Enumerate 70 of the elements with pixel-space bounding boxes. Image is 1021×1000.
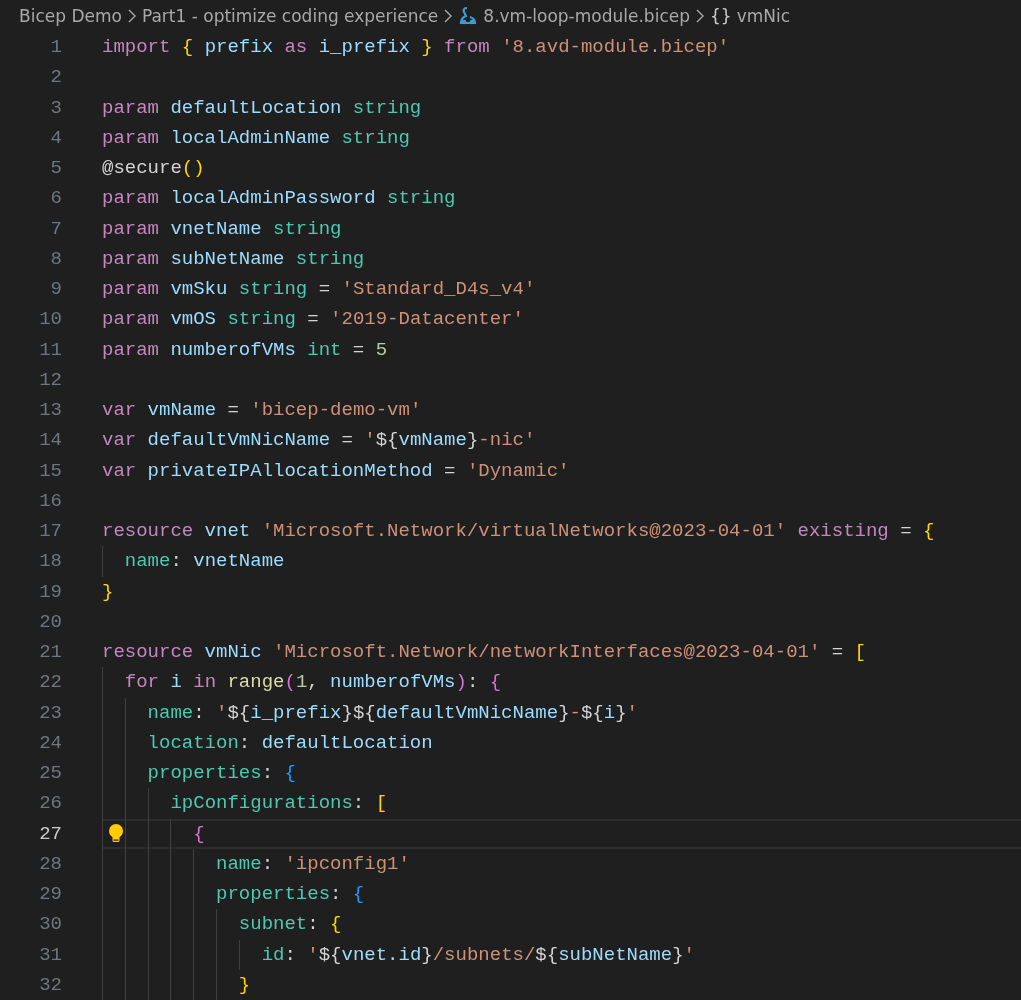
line-number: 10 <box>38 307 62 333</box>
line-number: 5 <box>49 156 62 181</box>
line-number: 23 <box>38 700 62 726</box>
code-line: } <box>102 580 114 603</box>
code-line: param localAdminPassword string <box>102 187 456 210</box>
code-line: properties: { <box>216 883 365 905</box>
code-line: for i in range(1, numberofVMs): { <box>124 671 502 694</box>
line-number: 20 <box>38 609 62 635</box>
line-number: 4 <box>49 125 62 151</box>
code-line: resource vmNic 'Microsoft.Network/networkInterfaces@2023-04-01' = [ <box>102 641 866 663</box>
line-number: 1 <box>49 35 62 60</box>
code-line: param subNetName string <box>102 247 365 270</box>
line-number: 31 <box>38 942 62 968</box>
file-type-icon <box>458 7 479 25</box>
line-number: 2 <box>49 65 62 91</box>
code-line: properties: { <box>147 762 296 784</box>
line-number: 30 <box>38 912 62 938</box>
line-number: 32 <box>38 972 62 998</box>
code-line: id: '${vnet.id}/subnets/${subNetName}' <box>261 943 695 966</box>
chevron-icon <box>695 9 705 23</box>
code-line: var defaultVmNicName = '${vmName}-nic' <box>102 429 536 452</box>
code-line: param vmSku string = 'Standard_D4s_v4' <box>102 278 536 300</box>
line-number: 24 <box>38 730 62 756</box>
chevron-icon <box>443 9 454 23</box>
line-number: 9 <box>49 277 62 302</box>
line-number: 28 <box>38 851 62 877</box>
code-line: } <box>238 973 251 996</box>
line-number: 6 <box>49 186 62 212</box>
code-line: param localAdminName string <box>102 126 410 149</box>
lightbulb-icon[interactable] <box>108 822 124 845</box>
code-line: resource vnet 'Microsoft.Network/virtualNetworks@2023-04-01' existing = { <box>102 520 935 542</box>
code-line: param vnetName string <box>102 217 342 240</box>
line-number: 26 <box>38 791 62 817</box>
line-number: 22 <box>38 670 62 696</box>
code-line: location: defaultLocation <box>147 731 433 754</box>
chevron-icon <box>126 9 137 23</box>
line-number: 14 <box>38 428 62 454</box>
line-number: 13 <box>38 398 62 423</box>
code-line: ipConfigurations: [ <box>170 792 388 815</box>
line-number: 16 <box>38 488 62 514</box>
code-line: param numberofVMs int = 5 <box>102 338 388 361</box>
code-line: name: '${i_prefix}${defaultVmNicName}-${i}' <box>147 701 638 724</box>
line-number: 18 <box>38 549 62 575</box>
line-number: 8 <box>49 246 62 272</box>
line-number: 7 <box>49 216 62 242</box>
breadcrumb-item[interactable]: vmNic <box>736 6 791 26</box>
line-number: 25 <box>38 761 62 786</box>
code-line: @secure() <box>102 157 205 179</box>
code-line: name: vnetName <box>124 550 285 573</box>
code-line: { <box>193 822 205 845</box>
line-number: 29 <box>38 882 62 907</box>
breadcrumb-item[interactable]: 8.vm-loop-module.bicep <box>483 6 690 26</box>
line-number: 21 <box>38 640 62 665</box>
breadcrumb-item[interactable]: Bicep Demo <box>19 6 122 26</box>
code-line: var vmName = 'bicep-demo-vm' <box>102 399 422 421</box>
braces-icon: {} <box>710 6 732 26</box>
breadcrumb-item[interactable]: Part1 - optimize coding experience <box>141 6 439 26</box>
line-number: 11 <box>38 337 62 363</box>
code-line: subnet: { <box>238 913 342 936</box>
line-number: 3 <box>49 95 62 121</box>
code-line: param vmOS string = '2019-Datacenter' <box>102 308 524 331</box>
code-line: param defaultLocation string <box>102 96 422 119</box>
line-number: 17 <box>38 519 62 544</box>
line-number: 19 <box>38 579 62 605</box>
code-line: var privateIPAllocationMethod = 'Dynamic' <box>102 459 570 482</box>
code-line: import { prefix as i_prefix } from '8.avd-module.bicep' <box>102 36 730 58</box>
code-line: name: 'ipconfig1' <box>216 852 410 875</box>
line-number: 15 <box>38 458 62 484</box>
line-number: 27 <box>38 821 62 847</box>
line-number: 12 <box>38 367 62 393</box>
